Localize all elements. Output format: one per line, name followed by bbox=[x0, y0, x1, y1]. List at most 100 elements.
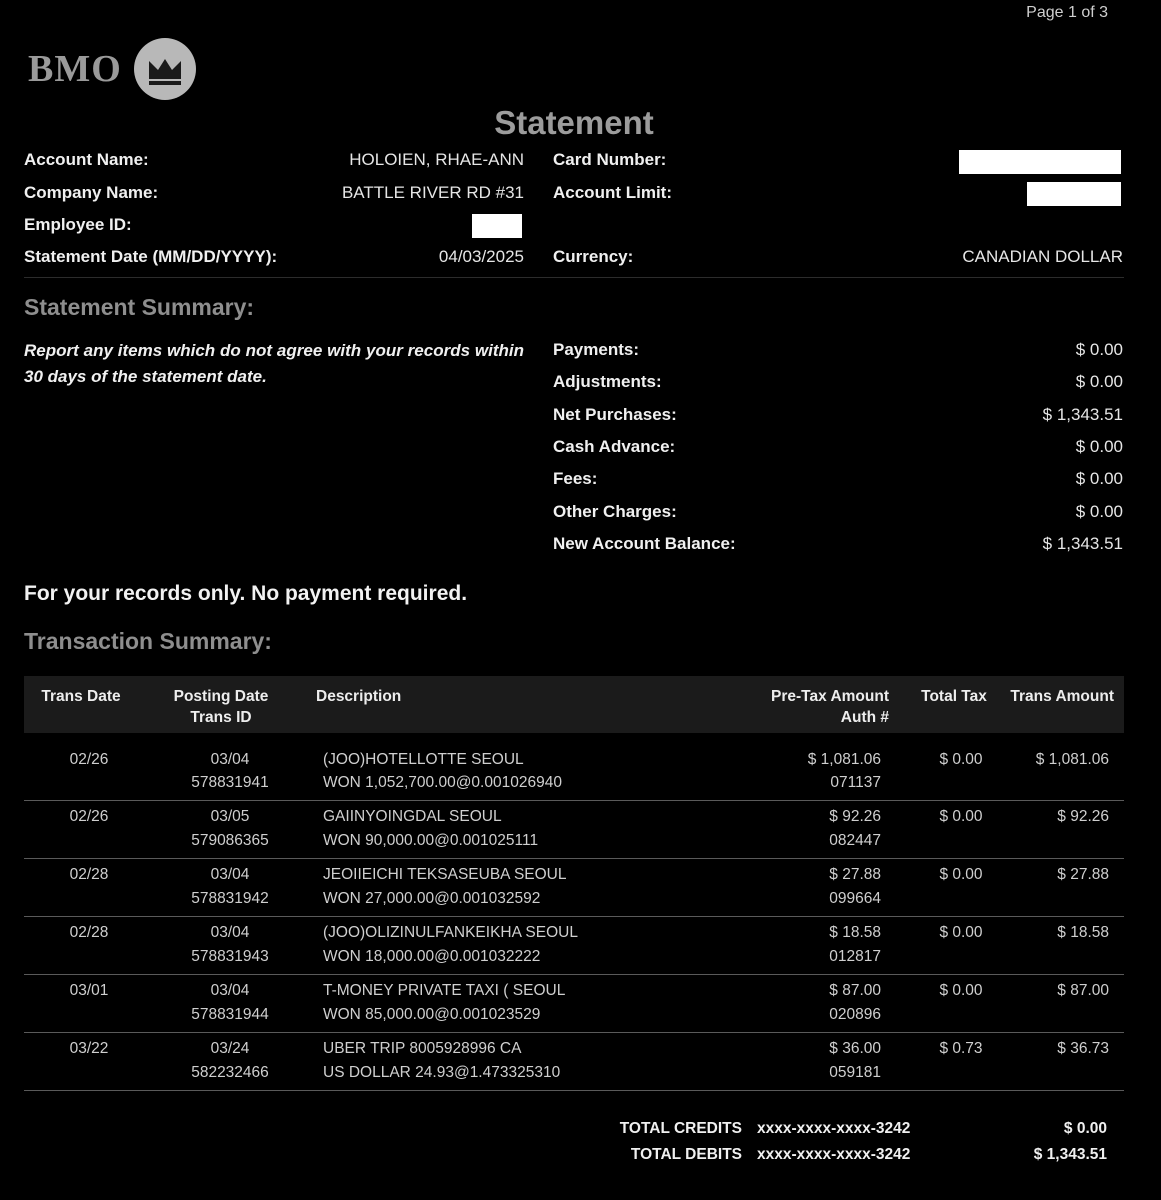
summary-label-adjustments: Adjustments: bbox=[553, 372, 662, 391]
header-posting-date: Posting Date bbox=[173, 688, 269, 705]
cell-amount: $ 18.58 bbox=[1057, 924, 1109, 941]
cell-pretax: $ 92.26 bbox=[829, 808, 881, 825]
cell-trans-id: 578831942 bbox=[191, 890, 269, 907]
cell-tax: $ 0.00 bbox=[939, 982, 983, 999]
cell-posting-date: 03/05 bbox=[210, 808, 250, 825]
card-number-redaction bbox=[959, 150, 1121, 174]
employee-id-label: Employee ID: bbox=[24, 215, 132, 234]
cell-auth: 059181 bbox=[829, 1064, 881, 1081]
cell-auth: 082447 bbox=[829, 832, 881, 849]
total-credits-value: $ 0.00 bbox=[1063, 1120, 1107, 1137]
account-limit-label: Account Limit: bbox=[553, 183, 672, 202]
summary-value-other-charges: $ 0.00 bbox=[1075, 502, 1123, 521]
table-row: 02/28 03/04 578831942 JEOIIEICHI TEKSASE… bbox=[24, 858, 1124, 917]
employee-id-redaction bbox=[472, 214, 522, 238]
table-row: 02/28 03/04 578831943 (JOO)OLIZINULFANKE… bbox=[24, 916, 1124, 975]
summary-value-net-purchases: $ 1,343.51 bbox=[1042, 405, 1123, 424]
header-trans-date: Trans Date bbox=[41, 688, 121, 705]
page-number: Page 1 of 3 bbox=[1026, 4, 1108, 21]
cell-trans-date: 02/28 bbox=[69, 866, 109, 883]
total-debits-label: TOTAL DEBITS bbox=[630, 1146, 742, 1163]
divider bbox=[24, 277, 1124, 278]
logo-text: BMO bbox=[28, 48, 122, 90]
card-number-label: Card Number: bbox=[553, 150, 667, 169]
dispute-note: Report any items which do not agree with… bbox=[24, 341, 524, 386]
table-row: 02/26 03/05 579086365 GAIINYOINGDAL SEOU… bbox=[24, 800, 1124, 859]
cell-description: UBER TRIP 8005928996 CA bbox=[323, 1040, 522, 1057]
summary-value-cash-advance: $ 0.00 bbox=[1075, 437, 1123, 456]
transaction-summary-heading: Transaction Summary: bbox=[24, 628, 272, 654]
cell-posting-date: 03/04 bbox=[210, 924, 250, 941]
total-credits-label: TOTAL CREDITS bbox=[619, 1120, 742, 1137]
cell-posting-date: 03/04 bbox=[210, 982, 250, 999]
cell-amount: $ 87.00 bbox=[1057, 982, 1109, 999]
cell-tax: $ 0.00 bbox=[939, 808, 983, 825]
account-name-value: HOLOIEN, RHAE-ANN bbox=[349, 150, 524, 169]
bmo-roundel-icon bbox=[133, 38, 196, 100]
cell-pretax: $ 87.00 bbox=[829, 982, 881, 999]
statement-summary-heading: Statement Summary: bbox=[24, 294, 255, 320]
cell-trans-id: 582232466 bbox=[191, 1064, 269, 1081]
cell-auth: 099664 bbox=[829, 890, 881, 907]
cell-description-detail: WON 85,000.00@0.001023529 bbox=[323, 1006, 541, 1023]
currency-label: Currency: bbox=[553, 247, 634, 266]
currency-value: CANADIAN DOLLAR bbox=[962, 247, 1123, 266]
summary-label-other-charges: Other Charges: bbox=[553, 502, 677, 521]
cell-description: GAIINYOINGDAL SEOUL bbox=[323, 808, 502, 825]
total-credits-card: xxxx-xxxx-xxxx-3242 bbox=[757, 1120, 911, 1137]
cell-tax: $ 0.00 bbox=[939, 751, 983, 768]
statement-date-value: 04/03/2025 bbox=[438, 247, 524, 266]
transaction-table-header: Trans Date Posting Date Trans ID Descrip… bbox=[24, 676, 1124, 733]
cell-trans-id: 578831944 bbox=[191, 1006, 269, 1023]
cell-description: T-MONEY PRIVATE TAXI ( SEOUL bbox=[323, 982, 566, 999]
header-trans-id: Trans ID bbox=[190, 709, 252, 726]
company-name-value: BATTLE RIVER RD #31 bbox=[341, 183, 524, 202]
cell-trans-date: 02/26 bbox=[69, 751, 109, 768]
cell-description-detail: WON 27,000.00@0.001032592 bbox=[323, 890, 541, 907]
cell-trans-date: 03/01 bbox=[69, 982, 109, 999]
records-note: For your records only. No payment requir… bbox=[24, 582, 468, 605]
table-row: 02/26 03/04 578831941 (JOO)HOTELLOTTE SE… bbox=[24, 742, 1124, 801]
cell-pretax: $ 1,081.06 bbox=[807, 751, 881, 768]
cell-tax: $ 0.73 bbox=[939, 1040, 983, 1057]
bmo-logo: BMO bbox=[28, 38, 196, 100]
total-debits-value: $ 1,343.51 bbox=[1033, 1146, 1107, 1163]
summary-label-net-purchases: Net Purchases: bbox=[553, 405, 677, 424]
summary-label-cash-advance: Cash Advance: bbox=[553, 437, 676, 456]
cell-amount: $ 92.26 bbox=[1057, 808, 1109, 825]
cell-amount: $ 27.88 bbox=[1057, 866, 1109, 883]
summary-value-payments: $ 0.00 bbox=[1075, 340, 1123, 359]
summary-value-fees: $ 0.00 bbox=[1075, 469, 1123, 488]
summary-label-fees: Fees: bbox=[553, 469, 598, 488]
cell-description: (JOO)OLIZINULFANKEIKHA SEOUL bbox=[323, 924, 578, 941]
cell-tax: $ 0.00 bbox=[939, 866, 983, 883]
cell-description-detail: US DOLLAR 24.93@1.473325310 bbox=[323, 1064, 561, 1081]
table-row: 03/22 03/24 582232466 UBER TRIP 80059289… bbox=[24, 1032, 1124, 1091]
cell-trans-id: 578831943 bbox=[191, 948, 269, 965]
cell-description-detail: WON 90,000.00@0.001025111 bbox=[323, 832, 539, 849]
table-row: 03/01 03/04 578831944 T-MONEY PRIVATE TA… bbox=[24, 974, 1124, 1033]
cell-pretax: $ 27.88 bbox=[829, 866, 881, 883]
cell-trans-date: 02/28 bbox=[69, 924, 109, 941]
cell-posting-date: 03/04 bbox=[210, 866, 250, 883]
header-trans-amount: Trans Amount bbox=[1010, 688, 1114, 705]
statement-date-label: Statement Date (MM/DD/YYYY): bbox=[24, 247, 278, 266]
cell-auth: 020896 bbox=[829, 1006, 881, 1023]
cell-trans-date: 02/26 bbox=[69, 808, 109, 825]
summary-value-new-balance: $ 1,343.51 bbox=[1042, 534, 1123, 553]
summary-label-new-balance: New Account Balance: bbox=[553, 534, 736, 553]
cell-amount: $ 36.73 bbox=[1057, 1040, 1109, 1057]
cell-auth: 012817 bbox=[829, 948, 881, 965]
header-description: Description bbox=[316, 688, 402, 705]
header-auth: Auth # bbox=[840, 709, 889, 726]
cell-description-detail: WON 1,052,700.00@0.001026940 bbox=[323, 774, 562, 791]
cell-pretax: $ 18.58 bbox=[829, 924, 881, 941]
company-name-label: Company Name: bbox=[24, 183, 159, 202]
cell-description: (JOO)HOTELLOTTE SEOUL bbox=[323, 751, 524, 768]
summary-label-payments: Payments: bbox=[553, 340, 639, 359]
account-limit-redaction bbox=[1027, 182, 1121, 206]
account-name-label: Account Name: bbox=[24, 150, 149, 169]
cell-auth: 071137 bbox=[830, 774, 881, 791]
cell-description-detail: WON 18,000.00@0.001032222 bbox=[323, 948, 541, 965]
cell-trans-id: 579086365 bbox=[191, 832, 269, 849]
